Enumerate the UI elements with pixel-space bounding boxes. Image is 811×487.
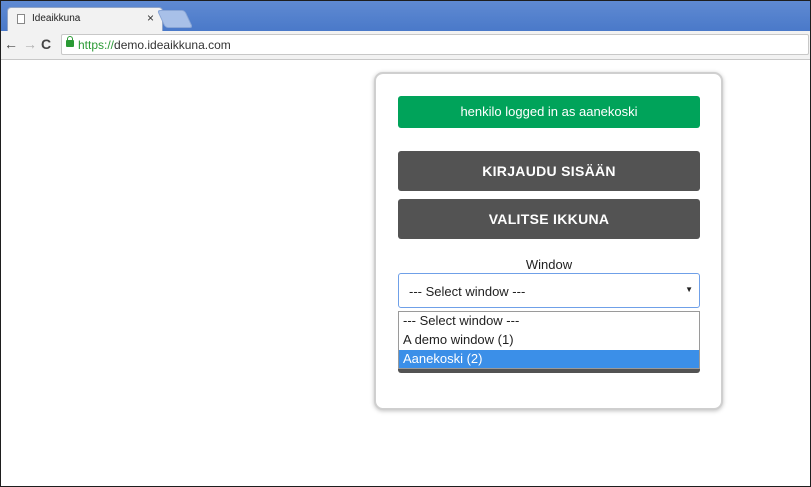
chevron-down-icon: ▼ [685, 285, 693, 294]
page-content: henkilo logged in as aanekoski KIRJAUDU … [1, 60, 810, 486]
login-button[interactable]: KIRJAUDU SISÄÄN [398, 151, 700, 191]
window-dropdown-list: --- Select window --- A demo window (1) … [398, 311, 700, 369]
forward-icon[interactable]: → [23, 35, 37, 53]
lock-icon [66, 36, 74, 47]
close-icon[interactable]: × [147, 11, 154, 25]
back-icon[interactable]: ← [4, 35, 18, 53]
browser-toolbar: ← → C https://demo.ideaikkuna.com [1, 31, 810, 60]
login-panel: henkilo logged in as aanekoski KIRJAUDU … [374, 72, 723, 410]
tab-title: Ideaikkuna [32, 13, 81, 24]
select-window-button[interactable]: VALITSE IKKUNA [398, 199, 700, 239]
window-select[interactable]: --- Select window --- ▼ [398, 273, 700, 308]
tab-strip: Ideaikkuna × [1, 1, 810, 31]
dropdown-option-highlighted[interactable]: Aanekoski (2) [399, 350, 699, 368]
page-icon [17, 14, 25, 24]
status-message: henkilo logged in as aanekoski [398, 96, 700, 128]
address-bar[interactable]: https://demo.ideaikkuna.com [61, 34, 809, 55]
window-label: Window [525, 257, 573, 272]
window-select-value: --- Select window --- [409, 284, 526, 299]
dropdown-option[interactable]: --- Select window --- [399, 312, 699, 330]
browser-tab[interactable]: Ideaikkuna × [7, 7, 163, 31]
url-host: demo.ideaikkuna.com [114, 38, 231, 52]
url-text: https://demo.ideaikkuna.com [78, 38, 231, 52]
reload-icon[interactable]: C [41, 35, 51, 53]
dropdown-option[interactable]: A demo window (1) [399, 331, 699, 349]
browser-window: Ideaikkuna × ← → C https://demo.ideaikku… [0, 0, 811, 487]
url-scheme: https:// [78, 38, 115, 52]
